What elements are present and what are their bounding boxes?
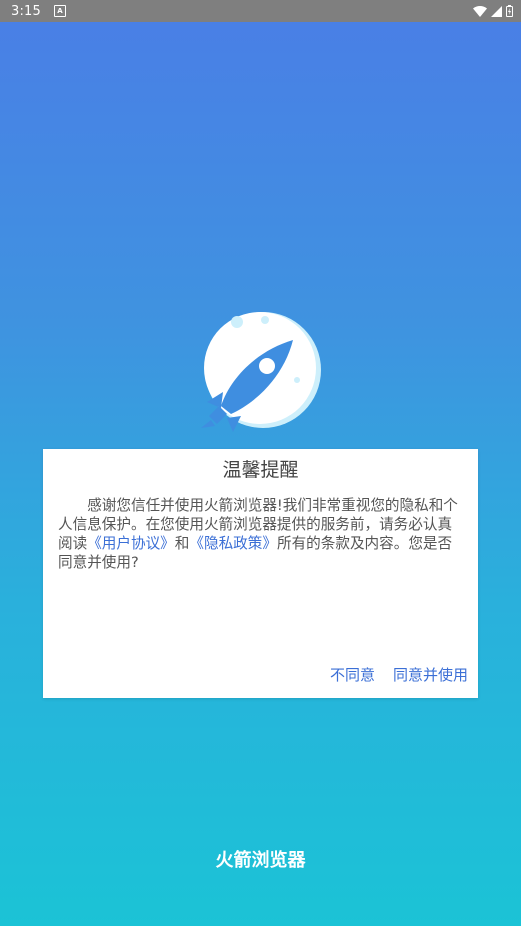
status-bar: 3:15 A (0, 0, 521, 22)
status-icons (473, 5, 513, 17)
status-time: 3:15 (11, 3, 41, 19)
screen: 3:15 A 温馨提醒 感谢您信任并使用火箭浏览器!我们非常重视您的隐私和个人信… (0, 0, 521, 926)
app-name: 火箭浏览器 (215, 850, 306, 871)
dialog-title: 温馨提醒 (222, 459, 299, 481)
dialog-actions: 不同意 同意并使用 (330, 664, 468, 685)
privacy-policy-link[interactable]: 《隐私政策》 (189, 535, 277, 552)
dialog-body: 感谢您信任并使用火箭浏览器!我们非常重视您的隐私和个人信息保护。在您使用火箭浏览… (58, 496, 460, 572)
user-agreement-link[interactable]: 《用户协议》 (87, 535, 175, 552)
wifi-icon (473, 5, 487, 17)
signal-icon (491, 5, 502, 17)
rocket-moon-icon (201, 312, 321, 432)
agree-and-use-button[interactable]: 同意并使用 (393, 664, 468, 685)
dialog-body-and: 和 (174, 535, 190, 552)
battery-icon (506, 5, 513, 17)
privacy-dialog: 温馨提醒 感谢您信任并使用火箭浏览器!我们非常重视您的隐私和个人信息保护。在您使… (43, 449, 478, 698)
disagree-button[interactable]: 不同意 (330, 664, 375, 685)
notification-a-icon: A (54, 5, 66, 17)
